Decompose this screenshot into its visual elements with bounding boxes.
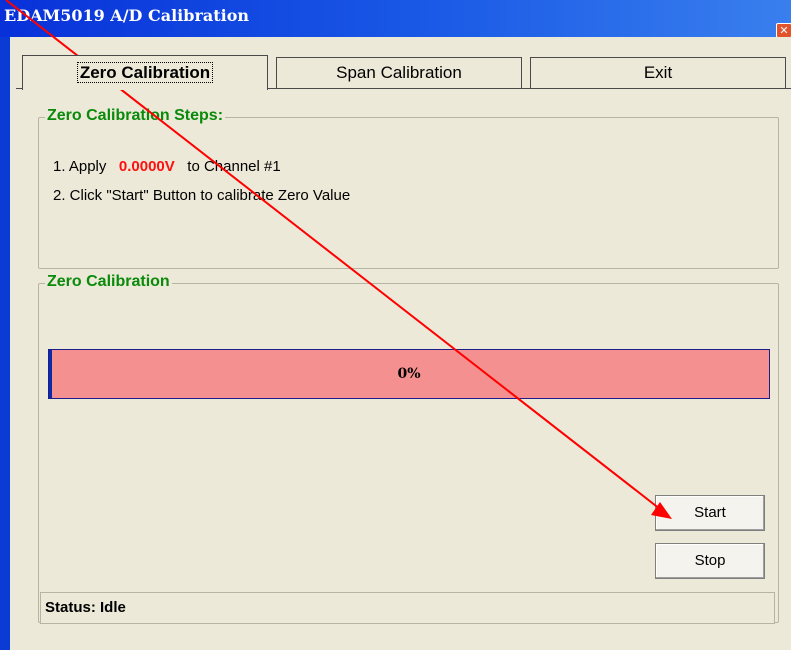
step-1: 1. Apply 0.0000V to Channel #1	[53, 158, 281, 175]
progress-percent: 0%	[397, 366, 421, 382]
tab-zero-calibration[interactable]: Zero Calibration	[22, 55, 268, 90]
zero-calibration-legend: Zero Calibration	[45, 273, 172, 291]
calibration-progress-bar: 0%	[48, 349, 770, 399]
close-icon[interactable]: ✕	[776, 23, 791, 38]
step-2: 2. Click "Start" Button to calibrate Zer…	[53, 187, 351, 204]
steps-groupbox: Zero Calibration Steps: 1. Apply 0.0000V…	[38, 107, 779, 269]
tab-label: Exit	[643, 63, 673, 82]
status-text: Status: Idle	[45, 599, 126, 616]
tab-exit[interactable]: Exit	[530, 57, 786, 88]
step-1-prefix: 1. Apply	[53, 158, 107, 175]
title-bar[interactable]: EDAM5019 A/D Calibration ✕	[0, 0, 791, 38]
tab-label: Zero Calibration	[76, 62, 214, 83]
window-left-border	[0, 37, 10, 650]
status-bar: Status: Idle	[40, 592, 775, 624]
stop-button[interactable]: Stop	[655, 543, 765, 579]
step-1-suffix: to Channel #1	[187, 158, 281, 175]
client-area: Zero Calibration Span Calibration Exit Z…	[10, 37, 791, 650]
start-button[interactable]: Start	[655, 495, 765, 531]
window-title: EDAM5019 A/D Calibration	[4, 6, 250, 25]
step-1-voltage: 0.0000V	[118, 158, 175, 175]
steps-legend: Zero Calibration Steps:	[45, 107, 226, 125]
tab-label: Span Calibration	[336, 63, 462, 82]
calibration-window: EDAM5019 A/D Calibration ✕ Zero Calibrat…	[0, 0, 791, 650]
tab-span-calibration[interactable]: Span Calibration	[276, 57, 522, 88]
